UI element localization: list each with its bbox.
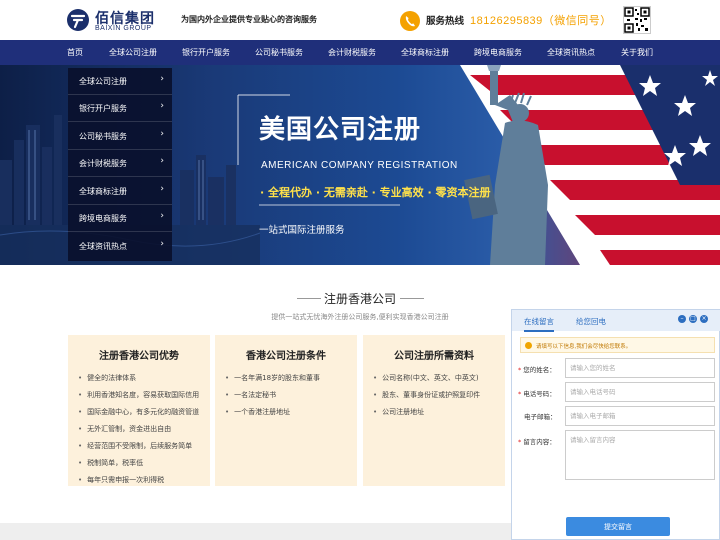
nav-item-global-company-registration[interactable]: 全球公司注册 (109, 40, 157, 65)
brand-name-english: BAIXIN GROUP (95, 25, 152, 32)
minimize-icon[interactable]: – (678, 315, 686, 323)
name-input[interactable] (565, 358, 715, 378)
message-textarea[interactable] (565, 430, 715, 480)
nav-item-cross-border-ecommerce[interactable]: 跨境电商服务 (474, 40, 522, 65)
side-menu-item-label: 公司秘书服务 (79, 132, 127, 141)
card-list-item: 国际金融中心，有多元化的融资管道 (78, 407, 199, 417)
section-title: 注册香港公司 (323, 292, 396, 306)
wechat-qr-code-icon (623, 6, 651, 34)
banner-tagline: · 全程代办 · 无需亲赴 · 专业高效 · 零资本注册 (260, 186, 491, 199)
maximize-icon[interactable]: □ (689, 315, 697, 323)
card-list-item: 一名年满18岁的股东和董事 (225, 373, 320, 383)
nav-item-global-news[interactable]: 全球资讯热点 (547, 40, 595, 65)
chat-notice: 请填写以下信息,我们会尽快给您联系。 (520, 337, 715, 353)
chevron-right-icon: › (160, 101, 164, 111)
side-menu-item-trademark-registration[interactable]: 全球商标注册 › (68, 178, 172, 205)
chevron-right-icon: › (160, 74, 164, 84)
section-title-divider-right (400, 298, 424, 299)
chevron-right-icon: › (160, 129, 164, 139)
nav-item-home[interactable]: 首页 (67, 40, 83, 65)
nav-item-bank-account-service[interactable]: 银行开户服务 (182, 40, 230, 65)
nav-item-accounting-tax[interactable]: 会计财税服务 (328, 40, 376, 65)
card-hk-requirements: 香港公司注册条件 一名年满18岁的股东和董事 一名法定秘书 一个香港注册地址 (215, 335, 357, 486)
card-list-item: 健全的法律体系 (78, 373, 136, 383)
email-field-label: 电子邮箱： (524, 413, 557, 421)
nav-item-about-us[interactable]: 关于我们 (621, 40, 653, 65)
nav-item-company-secretary[interactable]: 公司秘书服务 (255, 40, 303, 65)
chat-widget: 在线留言 给您回电 – □ × 请填写以下信息,我们会尽快给您联系。 * 您的姓名… (511, 309, 720, 540)
side-menu-item-label: 跨境电商服务 (79, 214, 127, 223)
card-list-item: 一名法定秘书 (225, 390, 276, 400)
card-hk-advantages: 注册香港公司优势 健全的法律体系 利用香港知名度，容易获取国际信用 国际金融中心… (68, 335, 210, 486)
side-menu-item-label: 全球公司注册 (79, 77, 127, 86)
side-menu-item-label: 全球商标注册 (79, 187, 127, 196)
info-icon (525, 342, 532, 349)
card-list-item: 无外汇管制，资金进出自由 (78, 424, 171, 434)
card-list-item: 公司注册地址 (373, 407, 424, 417)
banner-title: 美国公司注册 (259, 115, 422, 145)
side-menu-item-label: 银行开户服务 (79, 104, 127, 113)
card-list-item: 每年只需申报一次利得税 (78, 475, 164, 485)
phone-icon (400, 11, 420, 31)
hotline-label: 服务热线 (426, 16, 465, 27)
submit-message-button[interactable]: 提交留言 (566, 517, 670, 536)
side-menu-item-company-secretary[interactable]: 公司秘书服务 › (68, 123, 172, 150)
card-list-item: 经营范围不受限制，后续服务简单 (78, 441, 192, 451)
tab-callback[interactable]: 给您回电 (576, 316, 606, 327)
main-nav: 首页 全球公司注册 银行开户服务 公司秘书服务 会计财税服务 全球商标注册 跨境… (0, 40, 720, 65)
name-field-label: * 您的姓名： (518, 366, 556, 374)
card-title: 注册香港公司优势 (99, 351, 179, 362)
banner-note: 一站式国际注册服务 (259, 225, 345, 236)
card-list-item: 公司名称(中文、英文、中英文) (373, 373, 478, 383)
close-icon[interactable]: × (700, 315, 708, 323)
card-list-item: 一个香港注册地址 (225, 407, 290, 417)
tab-online-message[interactable]: 在线留言 (524, 316, 554, 332)
banner-subtitle: AMERICAN COMPANY REGISTRATION (261, 160, 458, 171)
side-menu-item-cross-border-ecommerce[interactable]: 跨境电商服务 › (68, 205, 172, 232)
chevron-right-icon: › (160, 239, 164, 249)
chevron-right-icon: › (160, 211, 164, 221)
card-required-documents: 公司注册所需资料 公司名称(中文、英文、中英文) 股东、董事身份证或护照复印件 … (363, 335, 505, 486)
card-list-item: 利用香港知名度，容易获取国际信用 (78, 390, 199, 400)
side-menu-item-global-news[interactable]: 全球资讯热点 › (68, 233, 172, 260)
card-list-item: 税制简单，税率低 (78, 458, 143, 468)
chevron-right-icon: › (160, 184, 164, 194)
phone-input[interactable] (565, 382, 715, 402)
side-menu-item-bank-account-service[interactable]: 银行开户服务 › (68, 95, 172, 122)
card-title: 公司注册所需资料 (394, 351, 474, 362)
phone-field-label: * 电话号码： (518, 390, 556, 398)
service-dropdown-menu: 全球公司注册 › 银行开户服务 › 公司秘书服务 › 会计财税服务 › 全球商标… (68, 68, 172, 261)
side-menu-item-label: 会计财税服务 (79, 159, 127, 168)
chat-notice-text: 请填写以下信息,我们会尽快给您联系。 (536, 344, 632, 350)
chevron-right-icon: › (160, 156, 164, 166)
side-menu-item-global-company-registration[interactable]: 全球公司注册 › (68, 68, 172, 95)
email-input[interactable] (565, 406, 715, 426)
card-list-item: 股东、董事身份证或护照复印件 (373, 390, 480, 400)
site-header: 佰信集团 BAIXIN GROUP 为国内外企业提供专业贴心的咨询服务 服务热线… (0, 0, 720, 40)
side-menu-item-label: 全球资讯热点 (79, 242, 127, 251)
message-field-label: * 留言内容： (518, 438, 556, 446)
side-menu-item-accounting-tax[interactable]: 会计财税服务 › (68, 150, 172, 177)
nav-item-trademark-registration[interactable]: 全球商标注册 (401, 40, 449, 65)
header-slogan: 为国内外企业提供专业贴心的咨询服务 (181, 15, 317, 24)
card-title: 香港公司注册条件 (246, 351, 326, 362)
brand-logo-icon[interactable] (66, 8, 92, 32)
hotline-number[interactable]: 18126295839（微信同号） (470, 12, 612, 28)
chat-widget-header: 在线留言 给您回电 – □ × (512, 310, 720, 332)
